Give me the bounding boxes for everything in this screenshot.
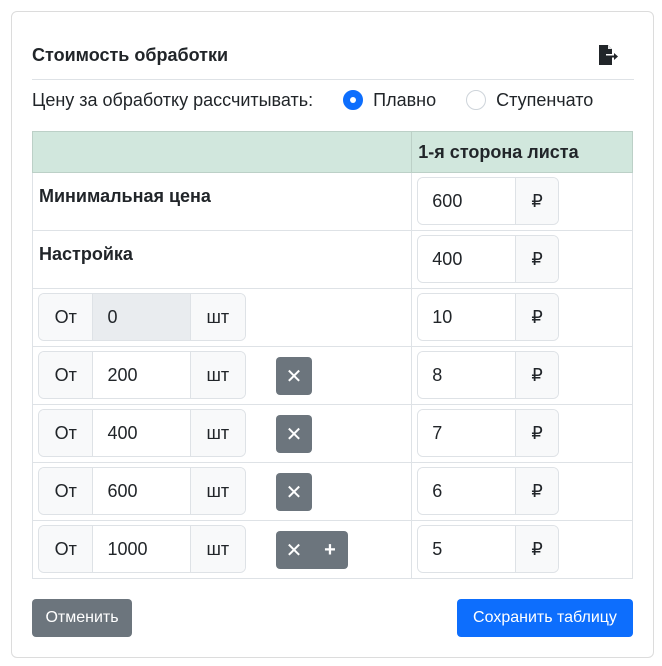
pcs-addon: шт bbox=[190, 526, 245, 572]
tier-row: От 1000 шт ✕ + 5 ₽ bbox=[31, 520, 633, 579]
currency-addon: ₽ bbox=[515, 294, 559, 340]
remove-tier-button[interactable]: ✕ bbox=[276, 473, 312, 511]
tier-price-group: 8 ₽ bbox=[417, 351, 560, 399]
table-header-side: 1-я сторона листа bbox=[411, 131, 633, 173]
min-price-input-group: 600 ₽ bbox=[417, 177, 560, 225]
file-export-icon[interactable] bbox=[596, 44, 618, 66]
tier-price-input[interactable]: 8 bbox=[418, 352, 516, 398]
tier-quantity-group: От 0 шт bbox=[38, 293, 246, 341]
tier-price-input[interactable]: 10 bbox=[418, 294, 516, 340]
tier-quantity-group: От 1000 шт bbox=[38, 525, 246, 573]
table-row-setup: Настройка 400 ₽ bbox=[31, 230, 633, 289]
tier-row: От 0 шт 10 ₽ bbox=[31, 288, 633, 347]
tier-from-input[interactable]: 200 bbox=[92, 352, 191, 398]
pcs-addon: шт bbox=[190, 352, 245, 398]
table-row-min-price: Минимальная цена 600 ₽ bbox=[31, 172, 633, 231]
remove-tier-button[interactable]: ✕ bbox=[276, 357, 312, 395]
radio-step-label: Ступенчато bbox=[496, 89, 594, 110]
currency-addon: ₽ bbox=[515, 236, 559, 282]
tier-row: От 600 шт ✕ 6 ₽ bbox=[31, 462, 633, 521]
from-addon: От bbox=[39, 410, 93, 456]
tier-quantity-group: От 400 шт bbox=[38, 409, 246, 457]
currency-addon: ₽ bbox=[515, 178, 559, 224]
remove-tier-button[interactable]: ✕ bbox=[276, 531, 312, 569]
tier-actions: ✕ bbox=[276, 357, 312, 395]
divider bbox=[32, 79, 634, 80]
tier-quantity-group: От 600 шт bbox=[38, 467, 246, 515]
min-price-input[interactable]: 600 bbox=[418, 178, 516, 224]
price-table: 1-я сторона листа Минимальная цена 600 ₽… bbox=[31, 131, 633, 579]
mode-option-step[interactable]: Ступенчато bbox=[466, 90, 593, 111]
tier-price-group: 5 ₽ bbox=[417, 525, 560, 573]
tier-price-input[interactable]: 5 bbox=[418, 526, 516, 572]
radio-smooth[interactable] bbox=[343, 90, 364, 110]
from-addon: От bbox=[39, 468, 93, 514]
tier-quantity-group: От 200 шт bbox=[38, 351, 246, 399]
add-tier-button[interactable]: + bbox=[312, 531, 348, 569]
calculation-mode-label: Цену за обработку рассчитывать: bbox=[32, 89, 314, 110]
setup-input-group: 400 ₽ bbox=[417, 235, 560, 283]
from-addon: От bbox=[39, 526, 93, 572]
card-title: Стоимость обработки bbox=[32, 45, 229, 65]
calculation-mode-row: Цену за обработку рассчитывать: Плавно С… bbox=[32, 86, 593, 114]
tier-actions: ✕ bbox=[276, 473, 312, 511]
cancel-button[interactable]: Отменить bbox=[32, 599, 132, 637]
pcs-addon: шт bbox=[190, 410, 245, 456]
from-addon: От bbox=[39, 294, 93, 340]
from-addon: От bbox=[39, 352, 93, 398]
radio-smooth-label: Плавно bbox=[373, 89, 437, 110]
tier-from-input[interactable]: 1000 bbox=[92, 526, 191, 572]
tier-from-input[interactable]: 400 bbox=[92, 410, 191, 456]
min-price-label: Минимальная цена bbox=[31, 172, 413, 231]
tier-actions: ✕ bbox=[276, 415, 312, 453]
tier-from-input[interactable]: 600 bbox=[92, 468, 191, 514]
currency-addon: ₽ bbox=[515, 352, 559, 398]
setup-label: Настройка bbox=[31, 230, 413, 289]
pcs-addon: шт bbox=[190, 468, 245, 514]
remove-tier-button[interactable]: ✕ bbox=[276, 415, 312, 453]
processing-cost-card: Стоимость обработки Цену за обработку ра… bbox=[11, 11, 654, 658]
table-header-empty bbox=[31, 131, 413, 173]
tier-from-input: 0 bbox=[92, 294, 191, 340]
currency-addon: ₽ bbox=[515, 468, 559, 514]
tier-actions: ✕ + bbox=[276, 531, 348, 569]
tier-price-group: 10 ₽ bbox=[417, 293, 560, 341]
save-table-button[interactable]: Сохранить таблицу bbox=[457, 599, 633, 637]
pcs-addon: шт bbox=[190, 294, 245, 340]
tier-price-group: 6 ₽ bbox=[417, 467, 560, 515]
currency-addon: ₽ bbox=[515, 526, 559, 572]
tier-row: От 400 шт ✕ 7 ₽ bbox=[31, 404, 633, 463]
setup-price-input[interactable]: 400 bbox=[418, 236, 516, 282]
currency-addon: ₽ bbox=[515, 410, 559, 456]
tier-price-input[interactable]: 7 bbox=[418, 410, 516, 456]
radio-step[interactable] bbox=[466, 90, 487, 110]
mode-option-smooth[interactable]: Плавно bbox=[343, 90, 436, 111]
tier-price-input[interactable]: 6 bbox=[418, 468, 516, 514]
tier-price-group: 7 ₽ bbox=[417, 409, 560, 457]
tier-row: От 200 шт ✕ 8 ₽ bbox=[31, 346, 633, 405]
